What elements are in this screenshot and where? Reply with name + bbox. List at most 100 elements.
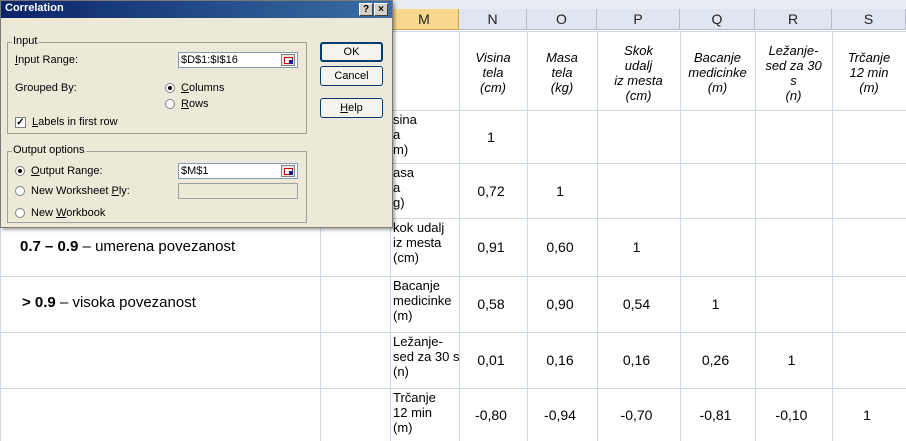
- input-range-label: Input Range:: [15, 54, 78, 66]
- column-header-m[interactable]: M: [390, 9, 459, 30]
- output-group-title: Output options: [12, 144, 86, 156]
- row-label-cell[interactable]: Bacanje medicinke (m): [393, 278, 452, 323]
- matrix-cell[interactable]: -0,94: [540, 407, 580, 423]
- row-label-line: m): [393, 142, 409, 157]
- grid-row-line: [0, 276, 906, 277]
- matrix-cell[interactable]: -0,80: [471, 407, 511, 423]
- rows-radio[interactable]: [165, 99, 175, 109]
- row-label-line: (n): [393, 364, 409, 379]
- matrix-cell[interactable]: 1: [772, 352, 812, 368]
- column-header-s[interactable]: S: [832, 9, 906, 30]
- header-cell[interactable]: Skok udalj iz mesta (cm): [597, 43, 680, 103]
- columns-radio[interactable]: [165, 83, 175, 93]
- header-cell-line: iz mesta: [614, 72, 663, 88]
- header-cell-line: (kg): [550, 80, 574, 95]
- row-label-line: a: [393, 127, 401, 142]
- columns-radio-label[interactable]: Columns: [181, 82, 224, 94]
- new-workbook-radio[interactable]: [15, 208, 25, 218]
- row-label-line: Bacanje: [393, 278, 440, 293]
- column-header-o[interactable]: O: [527, 9, 597, 30]
- header-cell[interactable]: Trčanje 12 min (m): [832, 50, 906, 95]
- matrix-cell[interactable]: -0,10: [772, 407, 812, 423]
- header-cell-line: Masa: [546, 50, 578, 65]
- new-worksheet-field[interactable]: [178, 183, 298, 199]
- matrix-cell[interactable]: 0,16: [617, 352, 657, 368]
- output-range-field[interactable]: $M$1: [178, 163, 298, 179]
- new-worksheet-label[interactable]: New Worksheet Ply:: [31, 185, 130, 197]
- column-header-p[interactable]: P: [597, 9, 680, 30]
- input-range-collapse-icon[interactable]: [281, 54, 295, 66]
- matrix-cell[interactable]: 0,26: [696, 352, 736, 368]
- dialog-titlebar[interactable]: Correlation ? ×: [1, 1, 392, 18]
- row-label-line: Trčanje: [393, 390, 436, 405]
- row-label-line: sed za 30 s: [393, 349, 460, 364]
- matrix-cell[interactable]: 0,01: [471, 352, 511, 368]
- row-label-line: kok udalj: [393, 220, 445, 235]
- row-label-line: medicinke: [393, 293, 452, 308]
- row-label-line: asa: [393, 165, 414, 180]
- matrix-cell[interactable]: 0,58: [471, 296, 511, 312]
- output-range-label[interactable]: Output Range:: [31, 165, 103, 177]
- row-label-line: (cm): [393, 250, 419, 265]
- matrix-cell[interactable]: 0,91: [471, 239, 511, 255]
- header-cell-line: (cm): [625, 87, 652, 103]
- legend-high: > 0.9 – visoka povezanost: [22, 294, 196, 311]
- column-header-r[interactable]: R: [755, 9, 832, 30]
- row-label-line: sina: [393, 112, 417, 127]
- matrix-cell[interactable]: 1: [696, 296, 736, 312]
- header-cell-line: udalj: [624, 57, 653, 73]
- labels-first-row-checkbox[interactable]: ✓: [15, 117, 26, 128]
- new-workbook-label[interactable]: New Workbook: [31, 207, 105, 219]
- help-button[interactable]: Help: [320, 98, 383, 118]
- close-icon[interactable]: ×: [374, 3, 388, 16]
- header-cell[interactable]: Bacanje medicinke (m): [680, 50, 755, 95]
- header-cell-line: medicinke: [688, 65, 747, 80]
- matrix-cell[interactable]: 1: [847, 407, 887, 423]
- header-cell[interactable]: Ležanje-sed za 30 s (n): [755, 43, 832, 103]
- new-worksheet-radio[interactable]: [15, 186, 25, 196]
- labels-first-row-label[interactable]: Labels in first row: [32, 116, 118, 128]
- matrix-cell[interactable]: -0,81: [696, 407, 736, 423]
- row-label-cell[interactable]: Trčanje 12 min (m): [393, 390, 436, 435]
- header-cell-line: Visina: [475, 50, 511, 65]
- output-range-radio[interactable]: [15, 166, 25, 176]
- row-label-cell[interactable]: kok udalj iz mesta (cm): [393, 220, 444, 265]
- row-label-line: (m): [393, 420, 413, 435]
- header-cell-line: s: [790, 72, 797, 88]
- rows-radio-label[interactable]: Rows: [181, 98, 209, 110]
- header-cell[interactable]: Visina tela (cm): [459, 50, 527, 95]
- header-cell-line: tela: [551, 65, 573, 80]
- dialog-title: Correlation: [5, 2, 64, 14]
- header-cell-line: tela: [482, 65, 504, 80]
- header-cell-line: Skok: [624, 42, 653, 58]
- row-label-line: (m): [393, 308, 413, 323]
- help-title-button[interactable]: ?: [359, 3, 373, 16]
- grid-row-line: [0, 388, 906, 389]
- matrix-cell[interactable]: 0,72: [471, 183, 511, 199]
- header-cell-line: (m): [859, 80, 879, 95]
- input-range-field[interactable]: $D$1:$I$16: [178, 52, 298, 68]
- matrix-cell[interactable]: 0,16: [540, 352, 580, 368]
- row-label-line: 12 min: [393, 405, 433, 420]
- matrix-cell[interactable]: 0,54: [617, 296, 657, 312]
- column-header-q[interactable]: Q: [680, 9, 755, 30]
- matrix-cell[interactable]: 1: [471, 129, 511, 145]
- grouped-by-label: Grouped By:: [15, 82, 77, 94]
- header-cell[interactable]: Masa tela (kg): [527, 50, 597, 95]
- matrix-cell[interactable]: 0,60: [540, 239, 580, 255]
- cancel-button[interactable]: Cancel: [320, 66, 383, 86]
- row-label-cell[interactable]: sina a m): [393, 112, 417, 157]
- column-header-n[interactable]: N: [459, 9, 527, 30]
- header-cell-line: 12 min: [849, 65, 889, 80]
- matrix-cell[interactable]: 0,90: [540, 296, 580, 312]
- output-range-collapse-icon[interactable]: [281, 165, 295, 177]
- row-label-cell[interactable]: asa a g): [393, 165, 414, 210]
- matrix-cell[interactable]: 1: [540, 183, 580, 199]
- ok-button[interactable]: OK: [320, 42, 383, 62]
- header-cell-line: Bacanje: [694, 50, 741, 65]
- matrix-cell[interactable]: -0,70: [617, 407, 657, 423]
- row-label-cell[interactable]: Ležanje-sed za 30 s (n): [393, 334, 460, 379]
- matrix-cell[interactable]: 1: [617, 239, 657, 255]
- header-cell-line: sed za 30: [765, 57, 822, 73]
- input-group-title: Input: [12, 35, 39, 47]
